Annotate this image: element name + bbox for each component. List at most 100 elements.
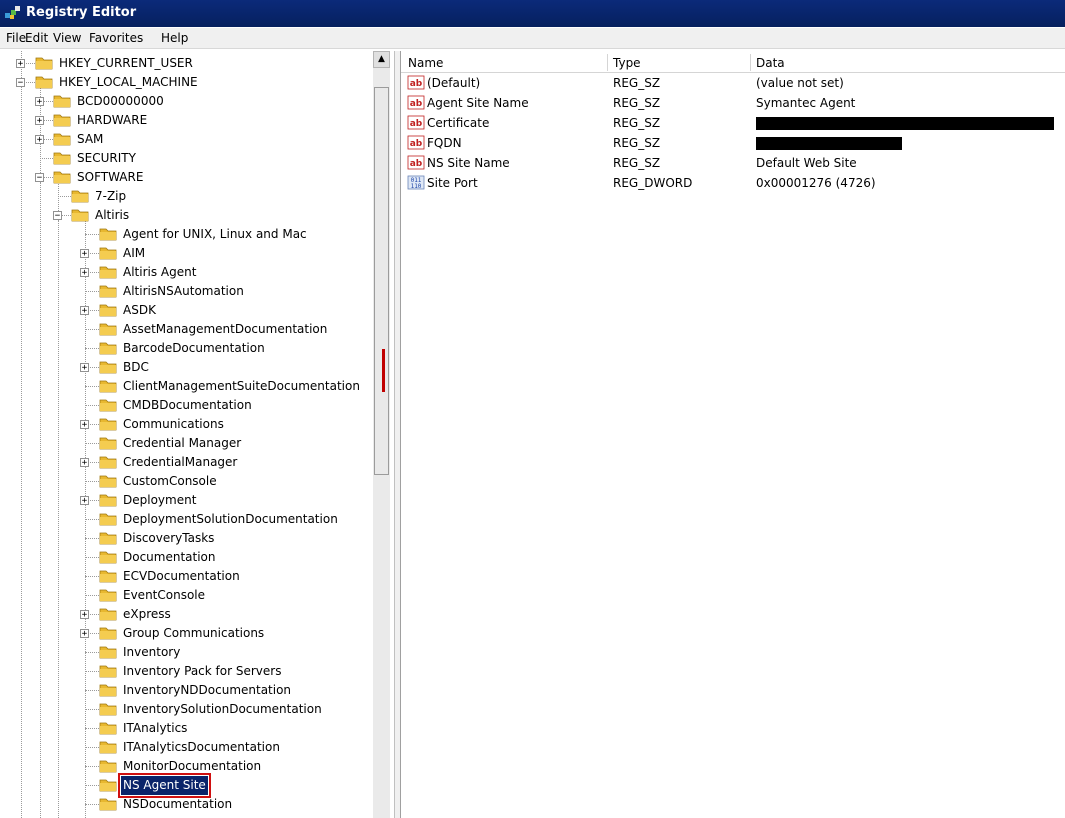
expand-plus-icon[interactable]: +: [16, 59, 25, 69]
expand-plus-icon[interactable]: +: [80, 458, 89, 468]
tree-node-label: EventConsole: [123, 588, 206, 602]
value-type: REG_SZ: [613, 96, 661, 110]
value-type: REG_SZ: [613, 76, 661, 90]
tree-node-label: MonitorDocumentation: [123, 759, 262, 773]
tree-connector: [85, 538, 99, 539]
folder-icon: [53, 169, 71, 184]
expand-plus-icon[interactable]: +: [35, 135, 44, 145]
folder-icon: [99, 530, 117, 545]
tree-node-label: CredentialManager: [123, 455, 238, 469]
expand-plus-icon[interactable]: +: [80, 629, 89, 639]
folder-icon: [99, 625, 117, 640]
folder-icon: [99, 758, 117, 773]
tree-connector: [85, 671, 99, 672]
tree-node-label: AIM: [123, 246, 146, 260]
list-header: Name Type Data: [401, 54, 1065, 73]
folder-icon: [99, 454, 117, 469]
registry-key-tree[interactable]: HKEY_CURRENT_USER + HKEY_LOCAL_MACHINE − BCD…: [5, 51, 395, 818]
expand-plus-icon[interactable]: +: [80, 420, 89, 430]
tree-connector: [85, 652, 99, 653]
folder-icon: [99, 777, 117, 792]
menu-file[interactable]: File: [6, 31, 26, 45]
window-title: Registry Editor: [26, 5, 137, 20]
folder-icon: [99, 644, 117, 659]
value-name: Agent Site Name: [427, 96, 529, 110]
table-row[interactable]: 011 110 Site Port REG_DWORD 0x00001276 (4726…: [401, 173, 1065, 193]
folder-icon: [99, 682, 117, 697]
expand-plus-icon[interactable]: +: [35, 116, 44, 126]
folder-icon: [99, 321, 117, 336]
tree-vertical-scrollbar[interactable]: ▲: [373, 51, 390, 818]
folder-icon: [99, 245, 117, 260]
value-data: Default Web Site: [756, 156, 857, 170]
collapse-minus-icon[interactable]: −: [35, 173, 44, 183]
table-row[interactable]: ab NS Site Name REG_SZ Default Web Site: [401, 153, 1065, 173]
tree-connector: [40, 158, 53, 159]
folder-icon: [99, 340, 117, 355]
expand-plus-icon[interactable]: +: [80, 306, 89, 316]
string-value-icon: ab: [407, 135, 425, 150]
value-type: REG_DWORD: [613, 176, 693, 190]
column-header-name[interactable]: Name: [408, 56, 443, 70]
tree-connector: [85, 519, 99, 520]
column-header-data[interactable]: Data: [756, 56, 785, 70]
scroll-up-arrow-icon[interactable]: ▲: [373, 51, 390, 68]
folder-icon: [99, 283, 117, 298]
folder-icon: [99, 701, 117, 716]
tree-node-label: Altiris: [95, 208, 130, 222]
value-type: REG_SZ: [613, 116, 661, 130]
tree-node-label: AltirisNSAutomation: [123, 284, 244, 298]
tree-connector: [85, 234, 99, 235]
tree-connector: [85, 557, 99, 558]
folder-icon: [99, 663, 117, 678]
tree-connector: [85, 405, 99, 406]
tree-node-label: DiscoveryTasks: [123, 531, 215, 545]
collapse-minus-icon[interactable]: −: [53, 211, 62, 221]
registry-values-list[interactable]: Name Type Data ab (Default) REG_SZ (value n…: [400, 51, 1065, 818]
tree-node-label: Communications: [123, 417, 224, 431]
tree-connector: [58, 196, 71, 197]
folder-icon: [53, 93, 71, 108]
expand-plus-icon[interactable]: +: [80, 249, 89, 259]
expand-plus-icon[interactable]: +: [80, 496, 89, 506]
string-value-icon: ab: [407, 155, 425, 170]
expand-plus-icon[interactable]: +: [80, 363, 89, 373]
expand-plus-icon[interactable]: +: [80, 268, 89, 278]
tree-connector: [85, 709, 99, 710]
string-value-icon: ab: [407, 115, 425, 130]
tree-node-label: CMDBDocumentation: [123, 398, 252, 412]
menu-help[interactable]: Help: [161, 31, 188, 45]
table-row[interactable]: ab Certificate REG_SZ: [401, 113, 1065, 133]
svg-text:ab: ab: [410, 139, 423, 149]
expand-plus-icon[interactable]: +: [35, 97, 44, 107]
folder-icon: [35, 55, 53, 70]
folder-icon: [71, 188, 89, 203]
tree-node-label: BCD00000000: [77, 94, 164, 108]
value-name: FQDN: [427, 136, 462, 150]
svg-text:ab: ab: [410, 119, 423, 129]
redacted-value-bar: [756, 137, 902, 150]
string-value-icon: ab: [407, 95, 425, 110]
table-row[interactable]: ab (Default) REG_SZ (value not set): [401, 73, 1065, 93]
menu-view[interactable]: View: [53, 31, 81, 45]
tree-node-label: 7-Zip: [95, 189, 127, 203]
scrollbar-thumb[interactable]: [374, 87, 389, 475]
menu-edit[interactable]: Edit: [25, 31, 48, 45]
column-header-type[interactable]: Type: [613, 56, 641, 70]
svg-text:110: 110: [411, 183, 422, 190]
expand-plus-icon[interactable]: +: [80, 610, 89, 620]
column-separator[interactable]: [750, 54, 751, 71]
value-name: Certificate: [427, 116, 490, 130]
tree-node-label: Altiris Agent: [123, 265, 197, 279]
column-separator[interactable]: [607, 54, 608, 71]
tree-connector: [21, 87, 22, 818]
tree-node-label: NS Agent Site: [118, 773, 211, 798]
tree-connector: [85, 386, 99, 387]
menu-favorites[interactable]: Favorites: [89, 31, 143, 45]
scroll-position-marker: [382, 349, 385, 392]
title-bar: Registry Editor: [0, 0, 1065, 27]
table-row[interactable]: ab Agent Site Name REG_SZ Symantec Agent: [401, 93, 1065, 113]
folder-icon: [99, 264, 117, 279]
table-row[interactable]: ab FQDN REG_SZ: [401, 133, 1065, 153]
collapse-minus-icon[interactable]: −: [16, 78, 25, 88]
